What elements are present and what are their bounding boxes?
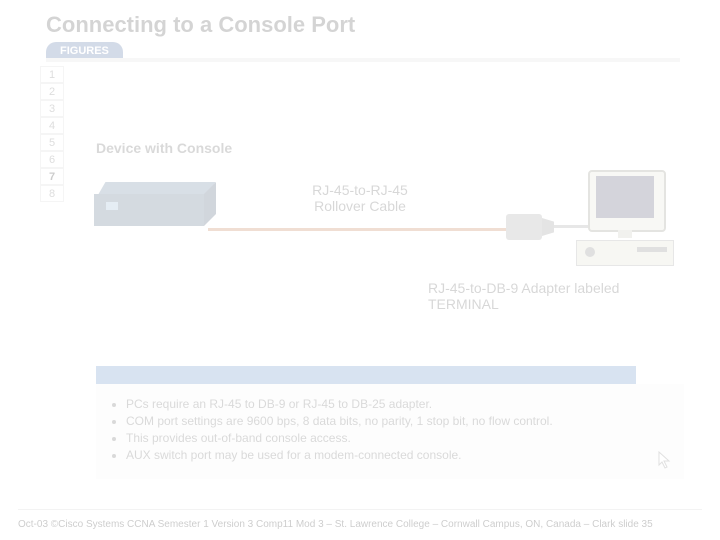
footer-text: Oct-03 ©Cisco Systems CCNA Semester 1 Ve… <box>18 519 702 530</box>
figure-nav-1[interactable]: 1 <box>40 66 64 83</box>
note-bullet: PCs require an RJ-45 to DB-9 or RJ-45 to… <box>126 397 670 411</box>
footer-divider <box>18 509 702 510</box>
slide: Connecting to a Console Port FIGURES 1 2… <box>0 0 720 540</box>
db9-adapter-icon <box>506 214 542 240</box>
router-icon <box>94 190 204 234</box>
notes-header-bar <box>96 366 636 384</box>
note-bullet: COM port settings are 9600 bps, 8 data b… <box>126 414 670 428</box>
figure-nav-8[interactable]: 8 <box>40 185 64 202</box>
pc-icon <box>570 170 680 280</box>
figure-nav-2[interactable]: 2 <box>40 83 64 100</box>
label-rollover-cable: RJ-45-to-RJ-45 Rollover Cable <box>290 182 430 214</box>
note-bullet: This provides out-of-band console access… <box>126 431 670 445</box>
figure-nav-3[interactable]: 3 <box>40 100 64 117</box>
figures-bar <box>46 58 680 62</box>
diagram-canvas: Device with Console PC RJ-45-to-RJ-45 Ro… <box>80 70 680 480</box>
figure-nav-4[interactable]: 4 <box>40 117 64 134</box>
note-bullet: AUX switch port may be used for a modem-… <box>126 448 670 462</box>
figure-nav-7[interactable]: 7 <box>40 168 64 185</box>
figure-nav-6[interactable]: 6 <box>40 151 64 168</box>
label-device-with-console: Device with Console <box>96 140 232 156</box>
rollover-cable-line <box>208 228 506 231</box>
page-title: Connecting to a Console Port <box>46 12 355 38</box>
figures-list: 1 2 3 4 5 6 7 8 <box>40 66 64 202</box>
label-db9-adapter: RJ-45-to-DB-9 Adapter labeled TERMINAL <box>428 280 628 312</box>
figure-nav-5[interactable]: 5 <box>40 134 64 151</box>
notes-box: PCs require an RJ-45 to DB-9 or RJ-45 to… <box>96 384 684 479</box>
